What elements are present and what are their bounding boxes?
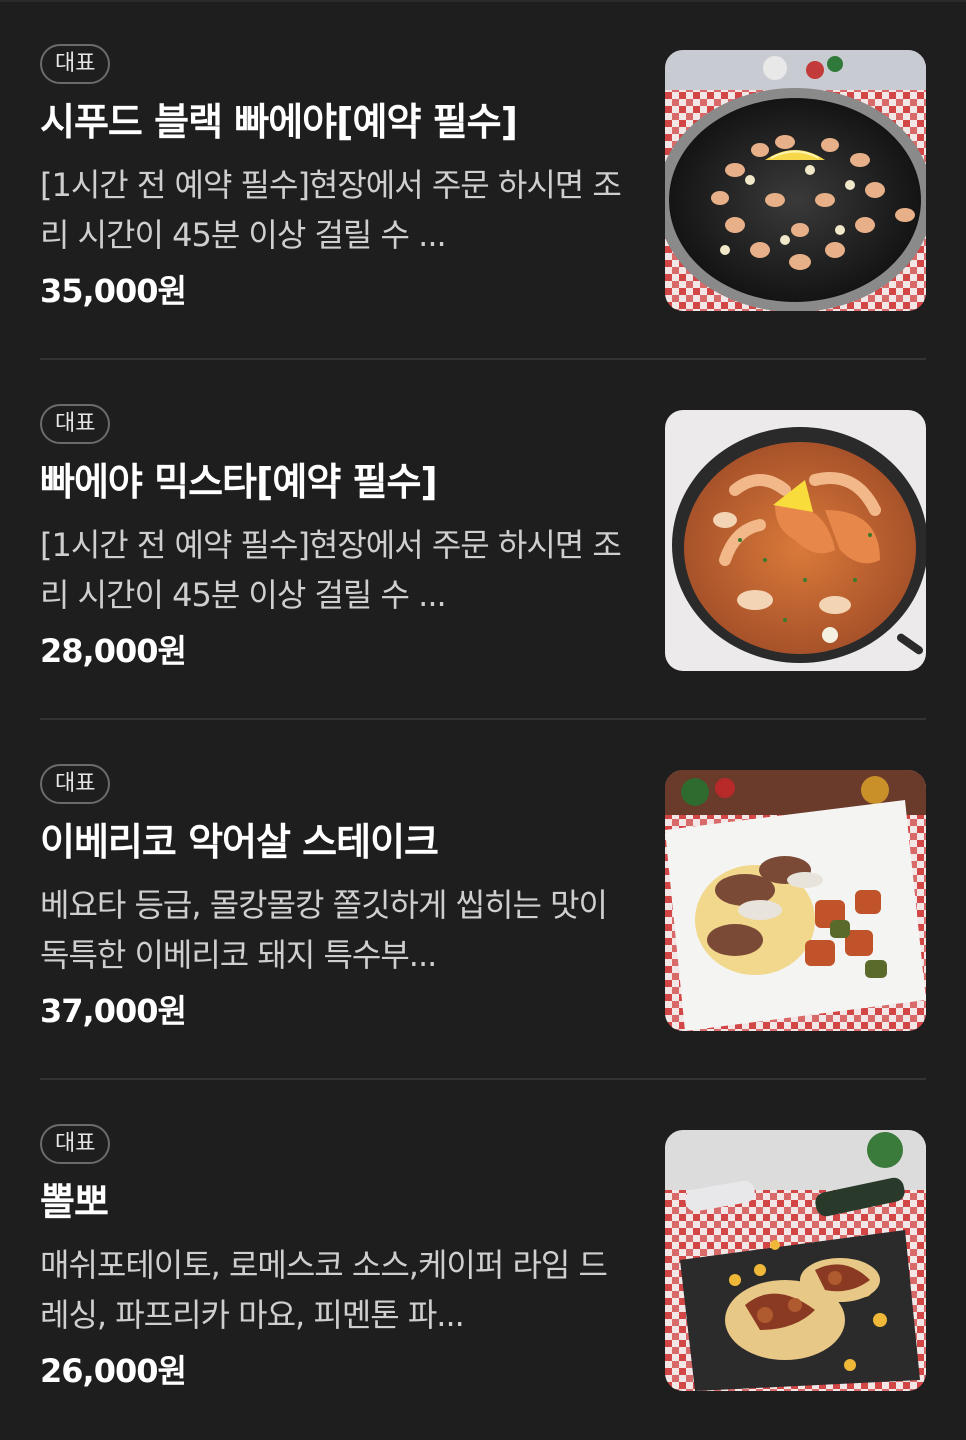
menu-item-description: 매쉬포테이토, 로메스코 소스,케이퍼 라임 드레싱, 파프리카 마요, 피멘톤… [40,1246,608,1334]
menu-item-description: [1시간 전 예약 필수]현장에서 주문 하시면 조리 시간이 45분 이상 걸… [40,526,622,614]
menu-item-price: 35,000원 [40,272,187,310]
menu-item-price: 28,000원 [40,632,187,670]
menu-item-title: 빠에야 믹스타[예약 필수] [40,460,438,504]
menu-item-price: 37,000원 [40,992,187,1030]
menu-item-pulpo[interactable]: 대표 뽈뽀 매쉬포테이토, 로메스코 소스,케이퍼 라임 드레싱, 파프리카 마… [40,1080,926,1440]
menu-item-description: 베요타 등급, 몰캉몰캉 쫄깃하게 씹히는 맛이 독특한 이베리코 돼지 특수부… [40,886,608,974]
menu-item-seafood-black-paella[interactable]: 대표 시푸드 블랙 빠에야[예약 필수] [1시간 전 예약 필수]현장에서 주… [40,0,926,360]
menu-item-iberico-steak[interactable]: 대표 이베리코 악어살 스테이크 베요타 등급, 몰캉몰캉 쫄깃하게 씹히는 맛… [40,720,926,1080]
menu-item-photo[interactable] [665,1130,926,1391]
menu-item-description: [1시간 전 예약 필수]현장에서 주문 하시면 조리 시간이 45분 이상 걸… [40,166,622,254]
signature-badge: 대표 [40,764,111,804]
signature-badge: 대표 [40,404,111,444]
menu-item-photo[interactable] [665,770,926,1031]
menu-item-title: 뽈뽀 [40,1180,109,1224]
menu-item-price: 26,000원 [40,1352,187,1390]
menu-item-photo[interactable] [665,410,926,671]
menu-item-title: 이베리코 악어살 스테이크 [40,820,439,864]
menu-item-photo[interactable] [665,50,926,311]
signature-badge: 대표 [40,1124,111,1164]
signature-badge: 대표 [40,44,111,84]
menu-item-title: 시푸드 블랙 빠에야[예약 필수] [40,100,518,144]
menu-item-paella-mixta[interactable]: 대표 빠에야 믹스타[예약 필수] [1시간 전 예약 필수]현장에서 주문 하… [40,360,926,720]
